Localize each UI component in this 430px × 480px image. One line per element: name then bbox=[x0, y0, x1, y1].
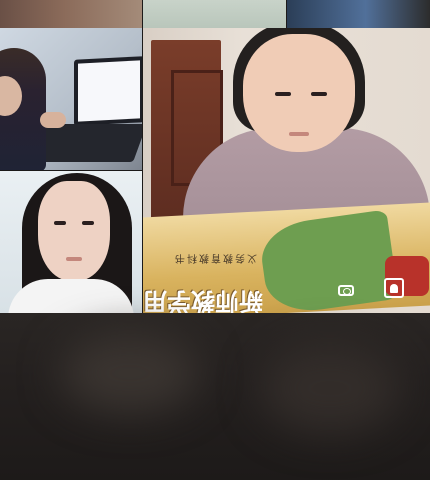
blurred-shape bbox=[260, 343, 400, 433]
video-tile-selfie[interactable] bbox=[0, 171, 142, 313]
participant-face bbox=[38, 181, 110, 281]
blurred-shape bbox=[60, 333, 200, 413]
laptop-screen bbox=[74, 56, 142, 126]
participant-face bbox=[243, 34, 355, 152]
picture-in-picture-icon bbox=[390, 283, 398, 293]
camera-switch-button[interactable] bbox=[336, 280, 356, 300]
participant-shirt bbox=[8, 279, 134, 313]
mouth bbox=[66, 257, 82, 261]
participant-face bbox=[0, 76, 22, 116]
participant-hand bbox=[40, 112, 66, 128]
mouth bbox=[289, 132, 309, 136]
laptop-keyboard bbox=[29, 124, 142, 162]
eye-right bbox=[82, 221, 94, 225]
textbook-subtitle: 义务教育教科书 bbox=[173, 252, 257, 263]
participant-figure bbox=[0, 48, 46, 170]
video-tile-top-middle[interactable] bbox=[143, 0, 286, 28]
eye-left bbox=[54, 221, 66, 225]
picture-in-picture-button[interactable] bbox=[384, 278, 404, 298]
camera-switch-icon bbox=[338, 284, 354, 296]
video-tile-top-right[interactable] bbox=[287, 0, 430, 28]
video-tile-top-left[interactable] bbox=[0, 0, 142, 28]
textbook-title: 新师教学用 bbox=[143, 287, 263, 313]
eye-right bbox=[311, 92, 327, 96]
video-tile-main[interactable]: 义务教育教科书 新师教学用 bbox=[143, 28, 430, 313]
empty-video-area bbox=[0, 313, 430, 480]
video-tile-laptop[interactable] bbox=[0, 28, 142, 170]
eye-left bbox=[275, 92, 291, 96]
